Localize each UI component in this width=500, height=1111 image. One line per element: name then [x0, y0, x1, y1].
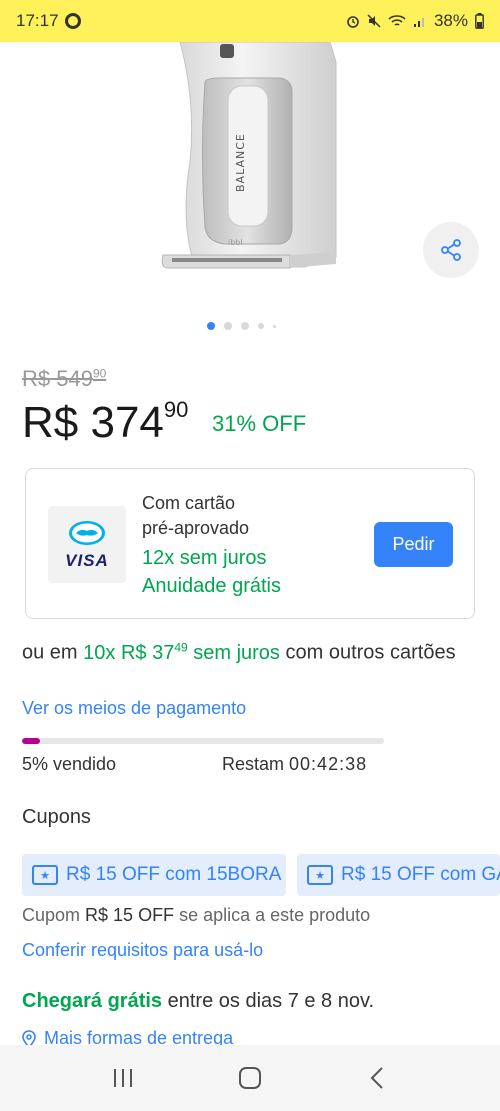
- home-button[interactable]: [230, 1058, 270, 1098]
- installments-suffix: com outros cartões: [279, 641, 456, 664]
- shipping-dates: entre os dias 7 e 8 nov.: [162, 990, 375, 1012]
- share-icon: [441, 239, 461, 261]
- status-icons: 38%: [346, 11, 484, 31]
- mercado-pago-visa-logo: VISA: [48, 506, 126, 583]
- sales-progress-fill: [22, 738, 41, 744]
- sales-progress-bar: [22, 738, 384, 744]
- carousel-dot[interactable]: [224, 322, 232, 330]
- recent-apps-icon: [114, 1069, 133, 1087]
- installments-amount-value: 10x R$ 37: [83, 641, 175, 664]
- coupon-info-suffix: se aplica a este produto: [174, 905, 371, 925]
- coupon-info: Cupom R$ 15 OFF se aplica a este produto: [22, 905, 370, 926]
- price-value: R$ 374: [22, 398, 164, 447]
- visa-brand: VISA: [65, 550, 109, 570]
- ibbl-mini-logo: ibbl: [228, 238, 243, 247]
- status-time: 17:17: [16, 11, 59, 30]
- old-price-cents: 90: [92, 366, 107, 381]
- ticket-icon: ★: [307, 865, 333, 885]
- old-price: R$ 54990: [22, 366, 106, 392]
- installments-prefix: ou em: [22, 641, 84, 664]
- card-offer-text: Com cartão pré-aprovado 12x sem juros An…: [142, 491, 281, 600]
- coupon-label: R$ 15 OFF com GA: [341, 864, 500, 885]
- coupon-info-value: R$ 15 OFF: [85, 905, 175, 925]
- coupon-info-prefix: Cupom: [22, 905, 86, 925]
- battery-percent: 38%: [433, 11, 468, 30]
- credit-card-offer: VISA Com cartão pré-aprovado 12x sem jur…: [25, 468, 475, 619]
- filter-label: BALANCE: [234, 133, 247, 192]
- installments-info: ou em 10x R$ 3749 sem juros com outros c…: [22, 633, 462, 667]
- carousel-dot-active[interactable]: [207, 322, 215, 330]
- countdown: Restam 00:42:38: [222, 754, 367, 775]
- carousel-indicator: [207, 322, 276, 330]
- card-offer-line1: Com cartão: [142, 493, 236, 513]
- product-image[interactable]: BALANCE ibbl: [0, 42, 500, 302]
- card-offer-line2: pré-aprovado: [142, 518, 250, 538]
- countdown-label: Restam: [222, 754, 290, 774]
- free-shipping-label: Chegará grátis: [22, 990, 163, 1012]
- chrome-icon: [64, 13, 81, 29]
- ticket-icon: ★: [32, 865, 58, 885]
- battery-icon: [475, 13, 484, 29]
- discount-badge: 31% OFF: [212, 411, 307, 436]
- carousel-dot[interactable]: [258, 323, 264, 329]
- carousel-dot[interactable]: [273, 324, 276, 328]
- alarm-clock-icon: [347, 16, 359, 28]
- recent-apps-button[interactable]: [103, 1058, 143, 1098]
- signal-icon: [413, 18, 424, 27]
- status-bar: 17:17 38%: [0, 0, 500, 42]
- card-offer-installments: 12x sem juros: [142, 547, 267, 569]
- current-price: R$ 37490: [22, 397, 189, 448]
- coupon-requirements-link[interactable]: Conferir requisitos para usá-lo: [22, 940, 263, 961]
- payment-methods-link[interactable]: Ver os meios de pagamento: [22, 698, 246, 719]
- water-purifier-illustration: BALANCE ibbl: [161, 42, 337, 269]
- price-cents: 90: [163, 397, 189, 423]
- request-card-button[interactable]: Pedir: [374, 522, 453, 567]
- coupon-label: R$ 15 OFF com 15BORA: [66, 864, 282, 885]
- installments-interest: sem juros: [187, 641, 280, 664]
- coupons-title: Cupons: [22, 806, 91, 828]
- system-navigation-bar: [0, 1045, 500, 1111]
- installments-amount-cents: 49: [174, 640, 188, 654]
- wifi-icon: [388, 15, 406, 26]
- card-offer-annual-fee: Anuidade grátis: [142, 575, 281, 597]
- handshake-icon: [69, 520, 105, 545]
- back-button[interactable]: [357, 1058, 397, 1098]
- old-price-value: R$ 549: [22, 366, 93, 391]
- countdown-timer: 00:42:38: [289, 754, 368, 774]
- installments-amount: 10x R$ 3749 sem juros: [83, 640, 280, 664]
- home-icon: [238, 1067, 261, 1089]
- carousel-dot[interactable]: [241, 322, 249, 330]
- coupon-chip[interactable]: ★ R$ 15 OFF com GA: [297, 854, 500, 896]
- sold-percentage: 5% vendido: [22, 754, 117, 774]
- back-arrow-icon: [370, 1067, 383, 1089]
- share-button[interactable]: [423, 222, 479, 278]
- coupon-chip[interactable]: ★ R$ 15 OFF com 15BORA: [22, 854, 286, 896]
- mute-icon: [367, 14, 381, 28]
- shipping-info: Chegará grátis entre os dias 7 e 8 nov.: [22, 990, 374, 1013]
